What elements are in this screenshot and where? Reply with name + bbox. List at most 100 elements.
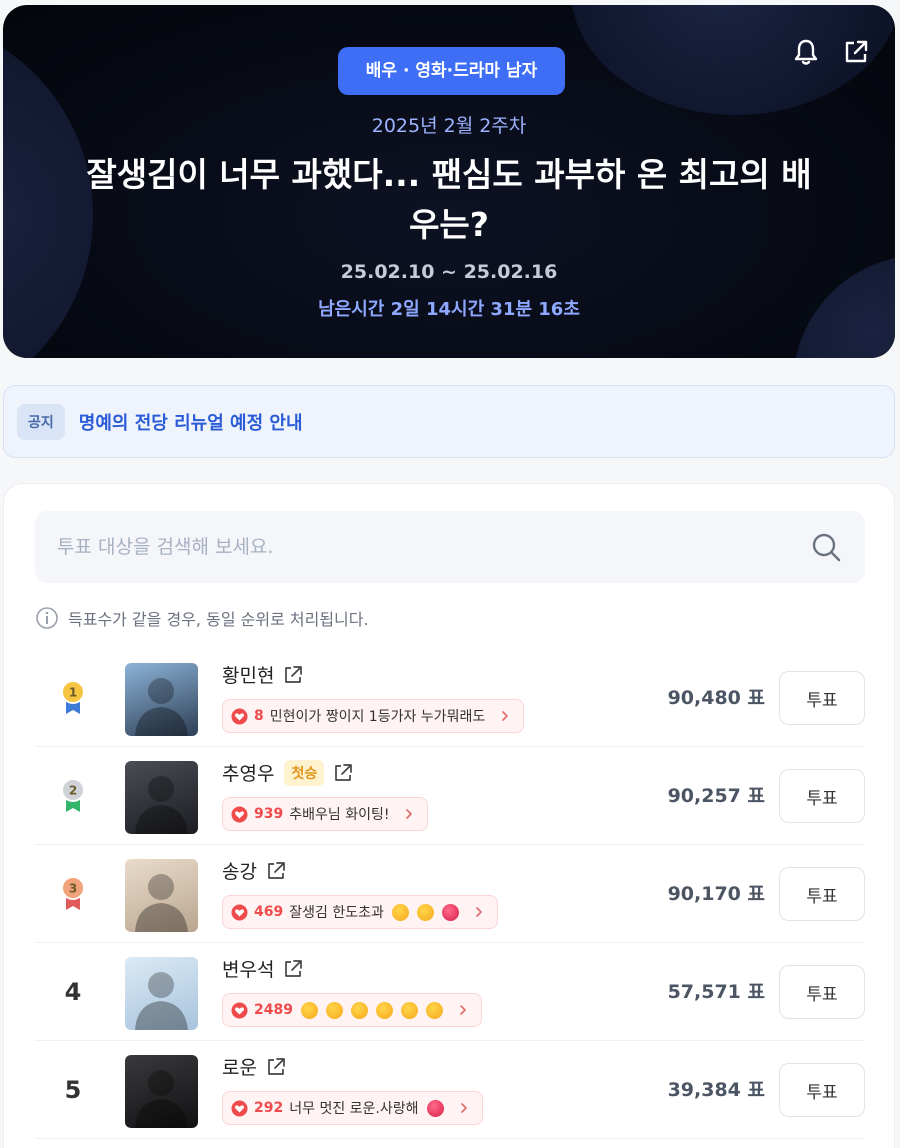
emoji-icon (391, 903, 409, 921)
external-link-icon[interactable] (282, 664, 304, 686)
search-icon[interactable] (809, 530, 843, 564)
bell-icon[interactable] (791, 37, 821, 67)
chevron-right-icon (460, 1103, 467, 1113)
share-icon[interactable] (841, 37, 871, 67)
rank-cell: 1 (43, 649, 103, 747)
avatar[interactable] (125, 1055, 198, 1128)
rank-cell: 4 (43, 943, 103, 1041)
cheer-message: 너무 멋진 로운.사랑해 (289, 1101, 419, 1117)
avatar[interactable] (125, 957, 198, 1030)
search-box[interactable] (35, 511, 865, 583)
ranking-row: 2 추영우 첫승 939 추배우님 화이팅! 90,257 표 투표 (35, 747, 865, 845)
gold-medal-icon: 1 (61, 680, 85, 714)
info-icon (35, 606, 59, 630)
heart-icon (231, 1100, 248, 1117)
silver-medal-icon: 2 (61, 778, 85, 812)
cheer-chip[interactable]: 469 잘생김 한도초과 (222, 895, 498, 929)
ranking-card: 득표수가 같을 경우, 동일 순위로 처리됩니다. 1 황민현 (3, 483, 895, 1148)
vote-button[interactable]: 투표 (779, 671, 865, 725)
notice-tag: 공지 (17, 403, 65, 440)
person-silhouette-icon (135, 776, 188, 834)
page-title: 잘생김이 너무 과했다... 팬심도 과부하 온 최고의 배우는? (86, 155, 812, 244)
emoji-icon (441, 903, 459, 921)
emoji-icon (325, 1001, 343, 1019)
heart-icon (231, 806, 248, 823)
external-link-icon[interactable] (282, 958, 304, 980)
cheer-chip[interactable]: 939 추배우님 화이팅! (222, 797, 429, 831)
rank-cell: 3 (43, 845, 103, 943)
rank-number: 4 (64, 978, 82, 1006)
cheer-chip[interactable]: 8 민현이가 짱이지 1등가자 누가뭐래도 (222, 699, 525, 733)
external-link-icon[interactable] (332, 762, 354, 784)
emoji-icon (350, 1001, 368, 1019)
hero-banner: 배우 · 영화·드라마 남자 2025년 2월 2주차 잘생김이 너무 과했다.… (3, 5, 895, 358)
emoji-icon (426, 1099, 444, 1117)
cheer-count: 939 (254, 806, 284, 822)
candidate-name[interactable]: 송강 (222, 857, 257, 884)
rank-cell: 5 (43, 1041, 103, 1139)
external-link-icon[interactable] (265, 860, 287, 882)
chevron-right-icon (476, 907, 482, 917)
rank-cell: 2 (43, 747, 103, 845)
avatar[interactable] (125, 663, 198, 736)
candidate-name[interactable]: 추영우 (222, 759, 274, 786)
vote-button[interactable]: 투표 (779, 1063, 865, 1117)
name-line: 변우석 (222, 955, 304, 982)
person-silhouette-icon (135, 874, 188, 932)
vote-count: 57,571 표 (667, 981, 765, 1003)
cheer-count: 2489 (254, 1002, 293, 1018)
search-input[interactable] (57, 536, 809, 558)
avatar[interactable] (125, 859, 198, 932)
vote-count: 39,384 표 (667, 1079, 765, 1101)
cheer-message: 잘생김 한도초과 (289, 905, 384, 921)
avatar[interactable] (125, 761, 198, 834)
week-label: 2025년 2월 2주차 (371, 115, 527, 137)
chevron-right-icon (406, 809, 413, 819)
remaining-time: 남은시간 2일 14시간 31분 16초 (318, 299, 580, 320)
heart-icon (231, 1002, 248, 1019)
candidate-name[interactable]: 로운 (222, 1053, 257, 1080)
candidate-name[interactable]: 변우석 (222, 955, 274, 982)
date-range: 25.02.10 ~ 25.02.16 (340, 261, 558, 283)
emoji-icon (425, 1001, 443, 1019)
vote-count: 90,170 표 (667, 883, 765, 905)
name-line: 로운 (222, 1053, 287, 1080)
heart-icon (231, 708, 248, 725)
notice-bar[interactable]: 공지 명예의 전당 리뉴얼 예정 안내 (3, 385, 895, 458)
cheer-count: 469 (254, 904, 284, 920)
bronze-medal-icon: 3 (61, 876, 85, 910)
ranking-row: 3 송강 469 잘생김 한도초과 90,170 표 투표 (35, 845, 865, 943)
cheer-chip[interactable]: 292 너무 멋진 로운.사랑해 (222, 1091, 483, 1125)
ranking-row: 5 로운 292 너무 멋진 로운.사랑해 39,384 표 투표 (35, 1041, 865, 1139)
vote-count: 90,480 표 (667, 687, 765, 709)
vote-count: 90,257 표 (667, 785, 765, 807)
ranking-row: 4 변우석 2489 57,571 표 투표 (35, 943, 865, 1041)
category-pill[interactable]: 배우 · 영화·드라마 남자 (338, 47, 565, 95)
cheer-count: 8 (254, 708, 264, 724)
name-line: 황민현 (222, 661, 304, 688)
medal-rank-number: 2 (69, 784, 77, 798)
notice-text[interactable]: 명예의 전당 리뉴얼 예정 안내 (79, 409, 303, 435)
person-silhouette-icon (135, 972, 188, 1030)
first-win-badge: 첫승 (284, 759, 325, 786)
person-silhouette-icon (135, 1070, 188, 1128)
tie-notice-text: 득표수가 같을 경우, 동일 순위로 처리됩니다. (68, 610, 369, 629)
candidate-name[interactable]: 황민현 (222, 661, 274, 688)
vote-button[interactable]: 투표 (779, 965, 865, 1019)
chevron-right-icon (502, 711, 509, 721)
emoji-icon (400, 1001, 418, 1019)
emoji-icon (416, 903, 434, 921)
vote-button[interactable]: 투표 (779, 867, 865, 921)
cheer-message: 추배우님 화이팅! (289, 807, 390, 823)
person-silhouette-icon (135, 678, 188, 736)
cheer-message: 민현이가 짱이지 1등가자 누가뭐래도 (269, 709, 486, 725)
external-link-icon[interactable] (265, 1056, 287, 1078)
medal-rank-number: 3 (69, 882, 77, 896)
name-line: 송강 (222, 857, 287, 884)
vote-button[interactable]: 투표 (779, 769, 865, 823)
tie-notice: 득표수가 같을 경우, 동일 순위로 처리됩니다. (35, 606, 369, 630)
cheer-chip[interactable]: 2489 (222, 993, 482, 1027)
emoji-icon (375, 1001, 393, 1019)
emoji-icon (300, 1001, 318, 1019)
ranking-row: 1 황민현 8 민현이가 짱이지 1등가자 누가뭐래도 90,480 표 투표 (35, 649, 865, 747)
